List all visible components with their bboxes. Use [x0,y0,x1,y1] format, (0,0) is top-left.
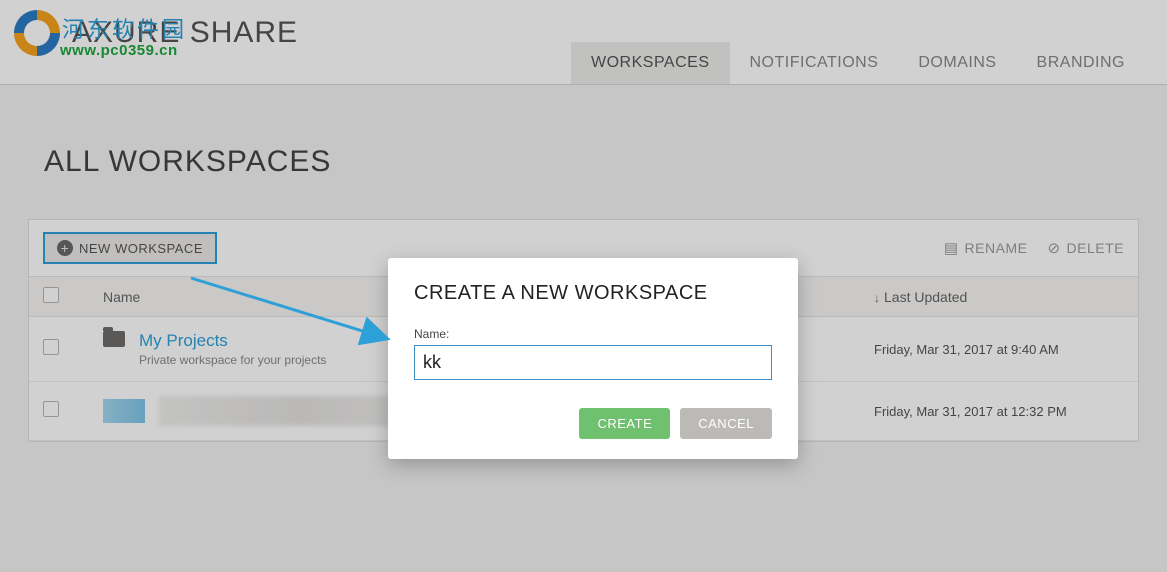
cancel-button[interactable]: CANCEL [680,408,772,439]
name-label: Name: [414,327,772,341]
name-input[interactable] [414,345,772,380]
create-workspace-modal: CREATE A NEW WORKSPACE Name: CREATE CANC… [388,258,798,459]
create-button[interactable]: CREATE [579,408,670,439]
modal-title: CREATE A NEW WORKSPACE [414,282,772,305]
